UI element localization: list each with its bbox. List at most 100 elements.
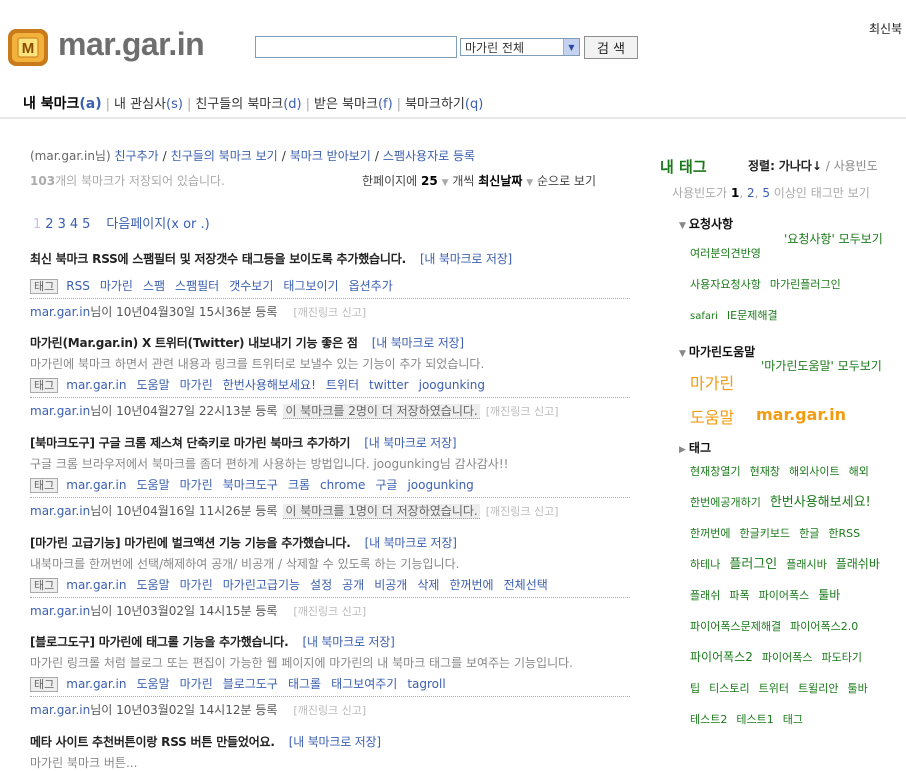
owner-link[interactable]: mar.gar.in xyxy=(30,504,90,518)
tag-link[interactable]: mar.gar.in xyxy=(66,478,126,492)
sidebar-tag[interactable]: 트윌리안 xyxy=(798,682,838,695)
user-action-link[interactable]: 친구들의 북마크 보기 xyxy=(171,149,278,163)
sidebar-tag[interactable]: 도움말 xyxy=(690,404,734,428)
sidebar-tag[interactable]: 현재창열기 xyxy=(690,465,741,478)
scope-select[interactable]: 마가린 전체 ▼ xyxy=(460,38,580,56)
sidebar-tag[interactable]: 한글키보드 xyxy=(739,527,790,540)
per-page-count[interactable]: 25 xyxy=(421,174,438,188)
tag-link[interactable]: 한번사용해보세요! xyxy=(223,378,316,392)
tag-link[interactable]: 스팸 xyxy=(143,279,165,293)
save-to-my-bookmarks-link[interactable]: [내 북마크로 저장] xyxy=(289,735,381,749)
page-link[interactable]: 3 xyxy=(58,217,66,232)
owner-link[interactable]: mar.gar.in xyxy=(30,604,90,618)
sidebar-tag[interactable]: 파폭 xyxy=(729,589,749,602)
sidebar-tag[interactable]: 툴바 xyxy=(818,588,840,602)
report-broken-link[interactable]: [깨진링크 신고] xyxy=(486,505,559,518)
sidebar-tag[interactable]: safari xyxy=(690,311,718,322)
page-link[interactable]: 4 xyxy=(70,217,78,232)
sidebar-tag[interactable]: 한번사용해보세요! xyxy=(770,495,871,510)
save-to-my-bookmarks-link[interactable]: [내 북마크로 저장] xyxy=(364,436,456,450)
tag-link[interactable]: 마가린 xyxy=(180,478,213,492)
filter-2[interactable]: 2 xyxy=(747,186,755,200)
tag-link[interactable]: 태그롤 xyxy=(288,677,321,691)
bookmark-title[interactable]: [블로그도구] 마가린에 태그롤 기능을 추가했습니다. xyxy=(30,635,289,649)
tag-link[interactable]: joogunking xyxy=(419,378,485,392)
tag-link[interactable]: twitter xyxy=(369,378,409,392)
tag-link[interactable]: 옵션추가 xyxy=(349,279,393,293)
sidebar-tag[interactable]: IE문제해결 xyxy=(727,309,778,322)
tag-link[interactable]: 스팸필터 xyxy=(175,279,219,293)
tag-link[interactable]: mar.gar.in xyxy=(66,578,126,592)
tab-1[interactable]: 내 관심사(s) xyxy=(114,97,183,112)
next-page-link[interactable]: 다음페이지(x or .) xyxy=(106,217,209,232)
sidebar-tag[interactable]: 파이어폭스 xyxy=(759,589,810,602)
tab-3[interactable]: 받은 북마크(f) xyxy=(314,97,393,112)
report-broken-link[interactable]: [깨진링크 신고] xyxy=(486,405,559,418)
sidebar-tag[interactable]: 파이어폭스2 xyxy=(690,650,753,664)
tag-link[interactable]: 갯수보기 xyxy=(229,279,273,293)
user-action-link[interactable]: 스팸사용자로 등록 xyxy=(383,149,475,163)
sort-order[interactable]: 최신날짜 xyxy=(478,174,522,188)
sidebar-tag[interactable]: 한번에공개하기 xyxy=(690,496,761,509)
tag-link[interactable]: 북마크도구 xyxy=(223,478,278,492)
tag-section-header[interactable]: ▶ 태그 xyxy=(679,439,711,456)
sidebar-tag[interactable]: 플래쉬 xyxy=(690,589,720,602)
sidebar-tag[interactable]: 사용자요청사항 xyxy=(690,278,761,291)
tag-link[interactable]: 구글 xyxy=(375,478,397,492)
filter-5[interactable]: 5 xyxy=(762,186,770,200)
tag-link[interactable]: 도움말 xyxy=(137,578,170,592)
sidebar-tag[interactable]: 여러분의견반영 xyxy=(690,247,761,260)
tag-link[interactable]: mar.gar.in xyxy=(66,677,126,691)
sidebar-tag[interactable]: 테스트1 xyxy=(736,713,773,726)
sidebar-tag[interactable]: 해외 xyxy=(849,465,869,478)
tag-link[interactable]: 마가린 xyxy=(180,378,213,392)
tag-link[interactable]: 블로그도구 xyxy=(223,677,278,691)
tag-link[interactable]: RSS xyxy=(66,279,90,293)
tag-link[interactable]: 도움말 xyxy=(137,478,170,492)
sort-frequency-link[interactable]: 사용빈도 xyxy=(834,159,878,173)
tag-link[interactable]: 설정 xyxy=(310,578,332,592)
page-link[interactable]: 2 xyxy=(45,217,53,232)
sidebar-tag[interactable]: 파이어폭스2.0 xyxy=(790,620,858,633)
bookmark-title[interactable]: 마가린(Mar.gar.in) X 트위터(Twitter) 내보내기 기능 좋… xyxy=(30,336,358,350)
sidebar-tag[interactable]: 태그 xyxy=(783,713,803,726)
filter-1[interactable]: 1 xyxy=(731,186,739,200)
tag-link[interactable]: joogunking xyxy=(407,478,473,492)
sidebar-tag[interactable]: 한RSS xyxy=(828,527,860,540)
saved-by-others-link[interactable]: 이 북마크를 2명이 더 저장하였습니다. xyxy=(283,404,480,419)
tag-link[interactable]: 트위터 xyxy=(326,378,359,392)
section-view-all-link[interactable]: '마가린도움말' 모두보기 xyxy=(761,357,882,374)
tag-link[interactable]: 마가린고급기능 xyxy=(223,578,300,592)
tab-2[interactable]: 친구들의 북마크(d) xyxy=(195,97,301,112)
sidebar-tag[interactable]: mar.gar.in xyxy=(756,405,846,424)
report-broken-link[interactable]: [깨진링크 신고] xyxy=(293,704,366,717)
tag-section-header[interactable]: ▼ 요청사항 xyxy=(679,215,733,232)
tag-link[interactable]: 마가린 xyxy=(100,279,133,293)
sidebar-tag[interactable]: 한글 xyxy=(799,527,819,540)
sidebar-tag[interactable]: 하테나 xyxy=(690,558,720,571)
sidebar-tag[interactable]: 마가린플러그인 xyxy=(770,278,841,291)
report-broken-link[interactable]: [깨진링크 신고] xyxy=(293,605,366,618)
tab-4[interactable]: 북마크하기(q) xyxy=(405,97,483,112)
sidebar-tag[interactable]: 파이어폭스 xyxy=(762,651,813,664)
tag-link[interactable]: 삭제 xyxy=(417,578,439,592)
tag-link[interactable]: 도움말 xyxy=(137,677,170,691)
sidebar-tag[interactable]: 플래쉬바 xyxy=(836,557,880,571)
sidebar-tag[interactable]: 팁 xyxy=(690,682,700,695)
sidebar-tag[interactable]: 현재창 xyxy=(750,465,780,478)
saved-by-others-link[interactable]: 이 북마크를 1명이 더 저장하였습니다. xyxy=(283,504,480,519)
tag-link[interactable]: mar.gar.in xyxy=(66,378,126,392)
sidebar-tag[interactable]: 테스트2 xyxy=(690,713,727,726)
latest-bookmarks-link[interactable]: 최신북 xyxy=(869,20,902,37)
user-action-link[interactable]: 친구추가 xyxy=(114,149,158,163)
site-logo[interactable]: M xyxy=(7,26,49,68)
tag-link[interactable]: 마가린 xyxy=(180,578,213,592)
tag-link[interactable]: tagroll xyxy=(407,677,445,691)
sidebar-tag[interactable]: 플래시바 xyxy=(786,558,826,571)
bookmark-title[interactable]: [북마크도구] 구글 크롬 제스쳐 단축키로 마가린 북마크 추가하기 xyxy=(30,436,350,450)
report-broken-link[interactable]: [깨진링크 신고] xyxy=(293,306,366,319)
user-action-link[interactable]: 북마크 받아보기 xyxy=(290,149,371,163)
sidebar-tag[interactable]: 트위터 xyxy=(759,682,789,695)
tag-link[interactable]: 태그보여주기 xyxy=(331,677,397,691)
tab-0[interactable]: 내 북마크(a) xyxy=(23,96,102,112)
